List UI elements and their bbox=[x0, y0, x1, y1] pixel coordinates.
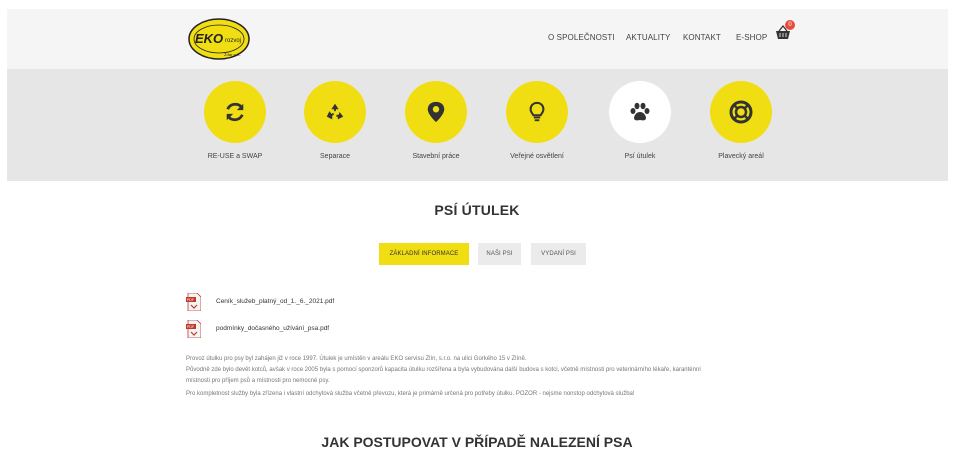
cart-count-badge: 0 bbox=[785, 20, 795, 30]
service-stavebni-prace[interactable]: Stavební práce bbox=[386, 81, 486, 177]
service-label: Plavecký areál bbox=[718, 153, 764, 160]
main-nav: O SPOLEČNOSTI AKTUALITY KONTAKT E-SHOP bbox=[7, 33, 948, 47]
nav-item-e-shop[interactable]: E-SHOP bbox=[736, 33, 767, 42]
refresh-icon bbox=[226, 102, 244, 122]
service-label: Psí útulek bbox=[624, 153, 656, 160]
file-name: Ceník_služeb_platný_od_1._6._2021.pdf bbox=[216, 298, 335, 305]
site-header: EKO rozvoj Žďár n.S. O SPOLEČNOSTI AKTUA… bbox=[7, 9, 948, 69]
info-paragraph: Provoz útulku pro psy byl zahájen již v … bbox=[186, 356, 527, 362]
pdf-file-icon: PDF bbox=[186, 320, 201, 338]
service-verejne-osvetleni[interactable]: Veřejné osvětlení bbox=[487, 81, 587, 177]
recycle-icon bbox=[326, 103, 344, 120]
nav-item-kontakt[interactable]: KONTAKT bbox=[683, 33, 721, 42]
map-pin-icon bbox=[427, 101, 445, 123]
file-link-cenik[interactable]: PDF Ceník_služeb_platný_od_1._6._2021.pd… bbox=[186, 293, 386, 311]
service-label: Veřejné osvětlení bbox=[510, 153, 564, 160]
service-plavecky-areal[interactable]: Plavecký areál bbox=[691, 81, 791, 177]
paw-icon bbox=[630, 102, 650, 121]
pdf-file-icon: PDF bbox=[186, 293, 201, 311]
svg-text:PDF: PDF bbox=[187, 298, 194, 302]
service-reuse-swap[interactable]: RE-USE a SWAP bbox=[185, 81, 285, 177]
services-bar: RE-USE a SWAP Separace Stavební práce Ve… bbox=[7, 69, 948, 181]
service-label: Stavební práce bbox=[412, 153, 460, 160]
service-label: Separace bbox=[320, 153, 350, 160]
tab-zakladni-informace[interactable]: ZÁKLADNÍ INFORMACE bbox=[379, 243, 469, 265]
service-psi-utulek[interactable]: Psí útulek bbox=[590, 81, 690, 177]
file-link-podminky[interactable]: PDF podmínky_dočasného_užívání_psa.pdf bbox=[186, 320, 386, 338]
svg-text:Žďár n.S.: Žďár n.S. bbox=[224, 52, 241, 57]
tab-nasi-psi[interactable]: NAŠI PSI bbox=[478, 243, 521, 265]
section-heading: JAK POSTUPOVAT V PŘÍPADĚ NALEZENÍ PSA bbox=[321, 434, 633, 450]
lifebuoy-icon bbox=[729, 100, 753, 124]
lightbulb-icon bbox=[529, 101, 545, 122]
page-title: PSÍ ÚTULEK bbox=[434, 202, 520, 218]
info-paragraph: Původně zde bylo devět kotců, avšak v ro… bbox=[186, 367, 701, 373]
info-paragraph: Pro kompletnost služby byla zřízena i vl… bbox=[186, 391, 635, 397]
nav-item-aktuality[interactable]: AKTUALITY bbox=[626, 33, 670, 42]
tab-vydani-psi[interactable]: VYDANÍ PSI bbox=[531, 243, 586, 265]
service-label: RE-USE a SWAP bbox=[207, 153, 263, 160]
nav-item-o-spolecnosti[interactable]: O SPOLEČNOSTI bbox=[548, 33, 615, 42]
file-name: podmínky_dočasného_užívání_psa.pdf bbox=[216, 325, 330, 332]
service-separace[interactable]: Separace bbox=[285, 81, 385, 177]
info-paragraph: místnosti pro příjem psů a místnosti pro… bbox=[186, 378, 330, 384]
svg-text:PDF: PDF bbox=[187, 325, 194, 329]
